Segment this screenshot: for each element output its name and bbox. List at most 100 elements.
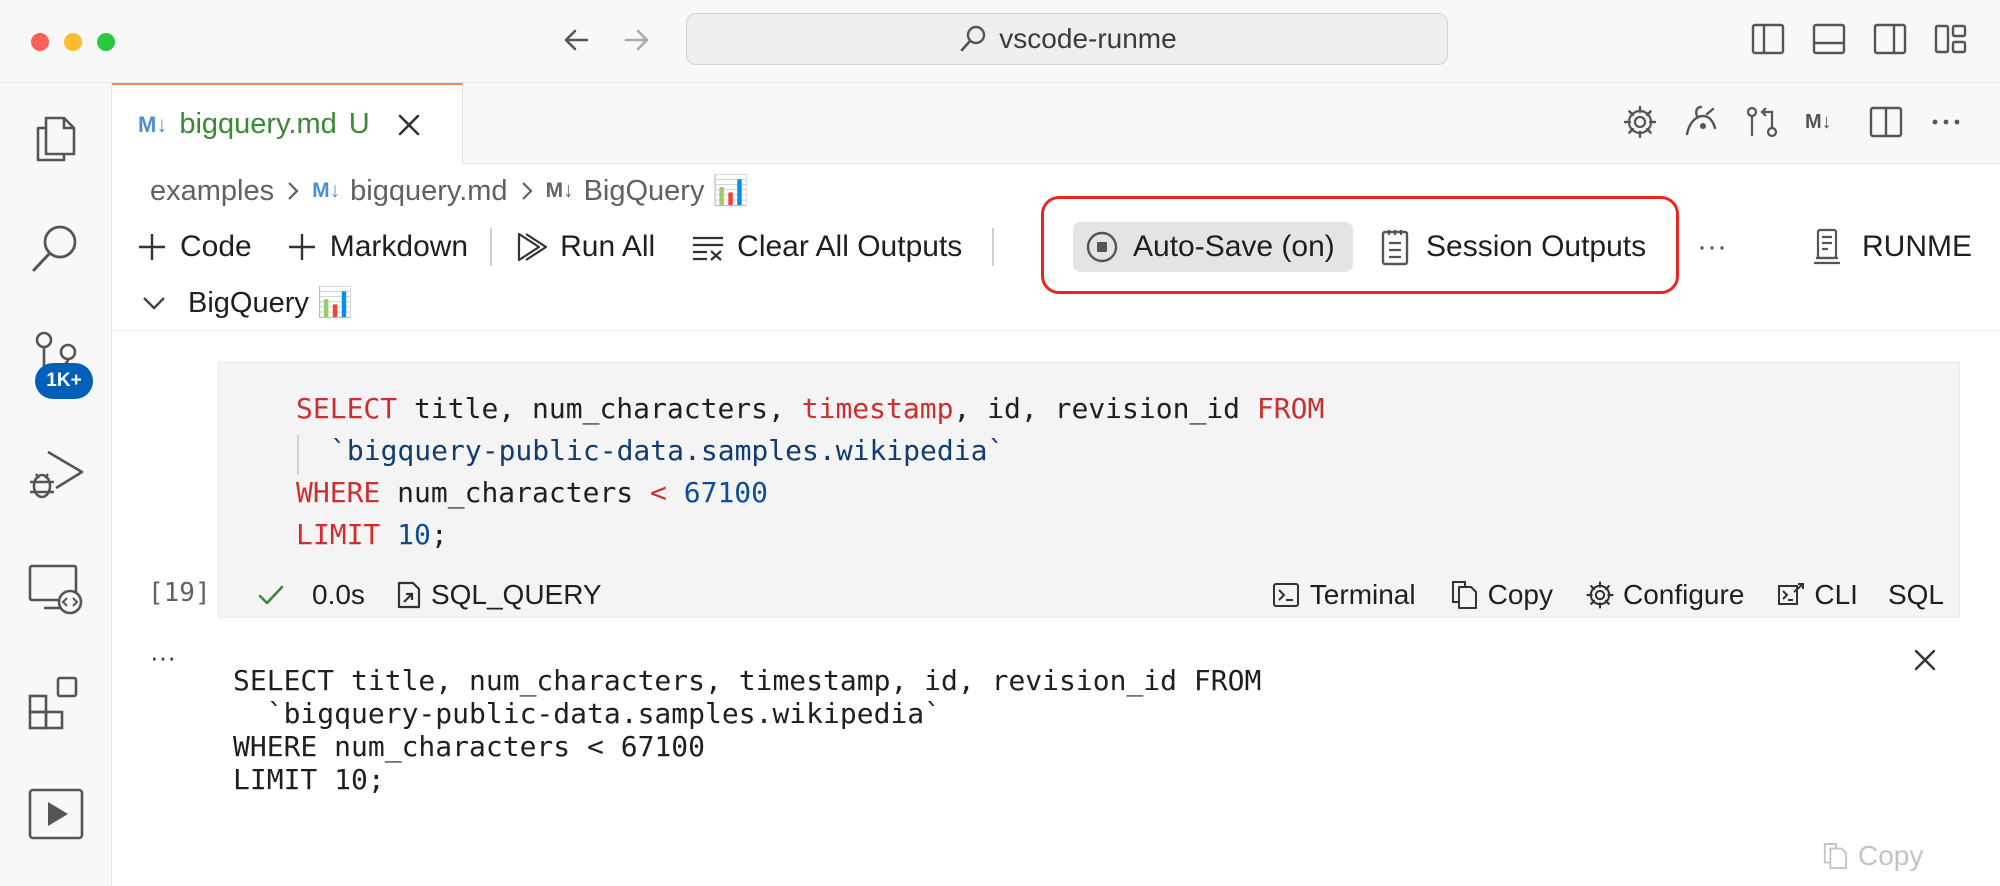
toggle-primary-sidebar-icon[interactable] [1750,20,1786,58]
breadcrumb-folder[interactable]: examples [150,175,274,208]
customize-layout-icon[interactable] [1933,20,1969,58]
sql-keyword: FROM [1256,392,1325,425]
close-window-button[interactable] [31,33,49,51]
runme-button[interactable]: RUNME [1810,222,1972,272]
run-all-icon [514,230,548,264]
run-and-debug-icon[interactable] [26,446,86,506]
extensions-icon[interactable] [26,672,86,732]
clear-all-outputs-button[interactable]: Clear All Outputs [691,222,962,272]
copy-button[interactable]: Copy [1450,579,1553,611]
terminal-button[interactable]: Terminal [1272,579,1416,611]
run-all-button[interactable]: Run All [514,222,655,272]
runme-cloud-icon[interactable] [1683,104,1719,140]
toolbar-more-button[interactable]: ··· [1697,222,1727,272]
output-copy-button[interactable]: Copy [1822,840,1923,872]
markdown-preview-icon[interactable]: M↓ [1805,104,1845,140]
breadcrumb-heading[interactable]: BigQuery 📊 [584,174,749,208]
toolbar-divider [992,228,995,266]
section-title: BigQuery 📊 [188,287,354,319]
code-line-2[interactable]: `bigquery-public-data.samples.wikipedia` [330,434,1004,467]
markdown-icon: M↓ [312,179,341,202]
plus-icon [286,231,318,263]
source-control-badge: 1K+ [35,363,93,399]
breadcrumb-file[interactable]: bigquery.md [350,175,507,208]
more-actions-icon[interactable] [1928,104,1964,140]
cell-output: SELECT title, num_characters, timestamp,… [233,664,1262,796]
chevron-right-icon [518,180,536,202]
section-header[interactable]: BigQuery 📊 [140,283,353,323]
sql-number: 67100 [683,476,769,509]
section-divider [112,330,2000,331]
terminal-label: Terminal [1309,579,1416,610]
code-line-1[interactable]: SELECT title, num_characters, timestamp,… [296,392,1324,425]
search-icon[interactable] [26,218,86,278]
add-code-cell-button[interactable]: Code [136,222,252,272]
output-copy-label: Copy [1858,840,1924,871]
plus-icon [136,231,168,263]
back-arrow-icon[interactable] [557,20,597,60]
toggle-secondary-sidebar-icon[interactable] [1872,20,1908,58]
open-changes-icon[interactable] [1744,104,1780,140]
cli-button[interactable]: CLI [1776,579,1858,611]
execution-count: [19] [148,578,211,608]
tab-untracked-status: U [348,108,370,140]
code-line-3[interactable]: WHERE num_characters < 67100 [296,476,768,509]
sql-keyword: LIMIT [296,518,381,551]
output-more-button[interactable]: ··· [150,642,176,673]
add-code-label: Code [180,230,252,263]
clear-all-icon [691,230,725,264]
command-center-search[interactable]: vscode-runme [686,13,1448,65]
indent-guide [297,435,299,475]
run-all-label: Run All [560,230,656,263]
explorer-icon[interactable] [26,106,86,166]
copy-icon [1450,580,1478,610]
chevron-down-icon[interactable] [140,289,168,317]
sql-keyword: timestamp [801,392,954,425]
close-icon[interactable] [1910,645,1940,675]
sql-keyword: WHERE [296,476,381,509]
chevron-right-icon [284,180,302,202]
tab-bigquery-md[interactable]: M↓ bigquery.md U [112,83,463,164]
runme-icon [1810,227,1844,267]
runme-label: RUNME [1862,230,1972,263]
notebook-toolbar: Code Markdown Run All Clear All Outputs [136,222,995,272]
forward-arrow-icon[interactable] [616,20,656,60]
cli-icon [1776,580,1806,610]
copy-icon [1822,842,1848,870]
markdown-icon: M↓ [545,179,574,202]
gear-icon [1585,580,1615,610]
split-editor-icon[interactable] [1868,104,1904,140]
breadcrumb: examples M↓ bigquery.md M↓ BigQuery 📊 [150,170,749,212]
clear-all-outputs-label: Clear All Outputs [737,230,963,263]
code-line-4[interactable]: LIMIT 10; [296,518,448,551]
checkmark-icon [256,580,286,610]
code-text: ; [430,518,448,551]
runme-play-icon[interactable] [26,784,86,844]
toggle-panel-icon[interactable] [1811,20,1847,58]
maximize-window-button[interactable] [97,33,115,51]
sql-keyword: SELECT [296,392,398,425]
remote-explorer-icon[interactable] [26,560,86,620]
cell-language[interactable]: SQL [1888,579,1944,611]
minimize-window-button[interactable] [64,33,82,51]
configure-button[interactable]: Configure [1585,579,1744,611]
add-markdown-cell-button[interactable]: Markdown [286,222,468,272]
close-icon[interactable] [396,112,422,138]
gear-icon[interactable] [1622,104,1658,140]
execution-duration: 0.0s [312,579,365,610]
markdown-icon: M↓ [138,111,168,137]
cell-status-bar: 0.0s SQL_QUERY Terminal Copy Configure C… [218,572,1960,618]
cell-name-icon [395,580,423,610]
sql-operator: < [650,476,667,509]
command-center-label: vscode-runme [999,23,1177,54]
add-markdown-label: Markdown [329,230,469,263]
toolbar-divider [490,228,493,266]
tab-label: bigquery.md [179,108,337,140]
cli-label: CLI [1814,579,1858,610]
terminal-icon [1272,581,1300,609]
cell-name[interactable]: SQL_QUERY [431,579,602,611]
highlight-annotation [1041,196,1679,294]
code-text: title, num_characters, [397,392,802,425]
